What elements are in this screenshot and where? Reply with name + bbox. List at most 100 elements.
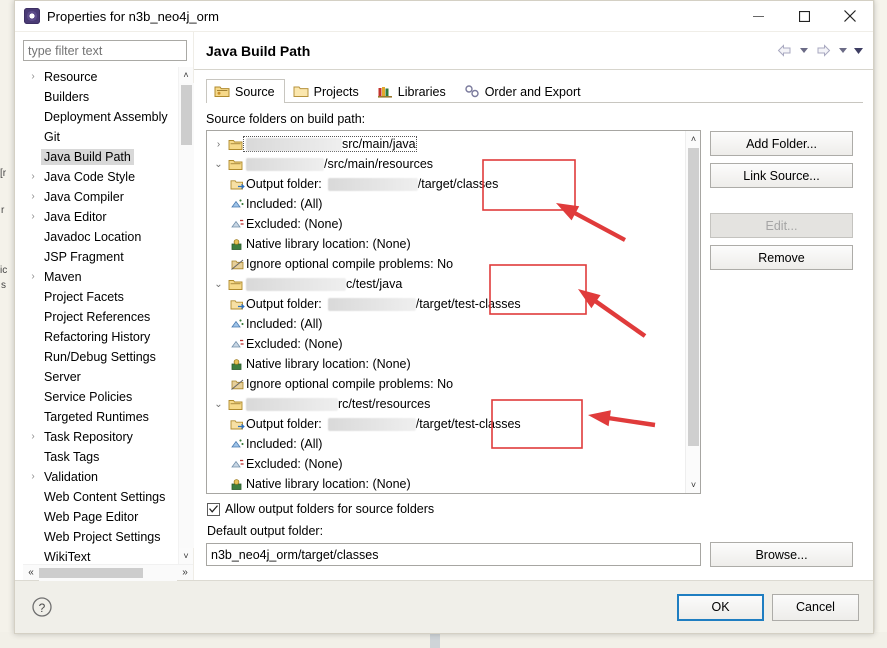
- source-detail-row[interactable]: Included: (All): [210, 314, 685, 334]
- view-menu-icon[interactable]: [852, 41, 865, 61]
- forward-dropdown-icon[interactable]: [836, 41, 849, 61]
- source-detail-row[interactable]: Native library location: (None): [210, 234, 685, 254]
- cancel-button[interactable]: Cancel: [772, 593, 859, 621]
- tab-source[interactable]: Source: [206, 79, 285, 103]
- remove-button[interactable]: Remove: [710, 245, 853, 270]
- source-scroll-down-icon[interactable]: ˅: [686, 477, 700, 493]
- add-folder-button[interactable]: Add Folder...: [710, 131, 853, 156]
- tab-libraries[interactable]: Libraries: [369, 79, 456, 103]
- excluded-icon: [229, 338, 246, 351]
- native-library-icon: [229, 238, 246, 251]
- allow-output-folders-row[interactable]: Allow output folders for source folders: [207, 502, 863, 516]
- sidebar-item-refactoring-history[interactable]: Refactoring History: [23, 327, 178, 347]
- sidebar-item-java-build-path[interactable]: Java Build Path: [23, 147, 178, 167]
- sidebar-item-jsp-fragment[interactable]: JSP Fragment: [23, 247, 178, 267]
- sidebar-item-deployment-assembly[interactable]: Deployment Assembly: [23, 107, 178, 127]
- browse-button[interactable]: Browse...: [710, 542, 853, 567]
- source-row-text: Ignore optional compile problems: No: [246, 257, 453, 271]
- sidebar-item-java-editor[interactable]: › Java Editor: [23, 207, 178, 227]
- help-icon[interactable]: ?: [31, 596, 53, 618]
- source-folders-list[interactable]: › src/main/java ⌄/src/main/resources Output…: [206, 130, 701, 494]
- tab-order-and-export[interactable]: Order and Export: [456, 79, 591, 103]
- sidebar-item-java-code-style[interactable]: › Java Code Style: [23, 167, 178, 187]
- scroll-up-icon[interactable]: ˄: [179, 67, 194, 83]
- sidebar-item-javadoc-location[interactable]: Javadoc Location: [23, 227, 178, 247]
- scroll-right-icon[interactable]: »: [177, 565, 193, 581]
- sidebar-item-targeted-runtimes[interactable]: Targeted Runtimes: [23, 407, 178, 427]
- sidebar-item-git[interactable]: Git: [23, 127, 178, 147]
- settings-tree-hscrollbar[interactable]: « »: [23, 564, 193, 581]
- tab-projects[interactable]: Projects: [285, 79, 369, 103]
- maximize-button[interactable]: [781, 1, 827, 32]
- source-scroll-up-icon[interactable]: ˄: [686, 131, 700, 147]
- sidebar-item-validation[interactable]: › Validation: [23, 467, 178, 487]
- source-folder-row[interactable]: › src/main/java: [210, 134, 685, 154]
- forward-arrow-icon[interactable]: [813, 41, 833, 61]
- chevron-right-icon[interactable]: ›: [25, 432, 41, 442]
- sidebar-item-task-repository[interactable]: › Task Repository: [23, 427, 178, 447]
- sidebar-item-resource[interactable]: › Resource: [23, 67, 178, 87]
- source-detail-row[interactable]: Excluded: (None): [210, 454, 685, 474]
- chevron-right-icon[interactable]: ›: [25, 272, 41, 282]
- source-detail-row[interactable]: Included: (All): [210, 434, 685, 454]
- scroll-down-icon[interactable]: ˅: [179, 548, 194, 564]
- sidebar-item-server[interactable]: Server: [23, 367, 178, 387]
- chevron-right-icon[interactable]: ›: [25, 192, 41, 202]
- source-detail-row[interactable]: Output folder: /target/classes: [210, 174, 685, 194]
- source-detail-row[interactable]: Native library location: (None): [210, 474, 685, 493]
- source-folder-row[interactable]: ⌄ c/test/java: [210, 274, 685, 294]
- sidebar-item-run-debug-settings[interactable]: Run/Debug Settings: [23, 347, 178, 367]
- chevron-right-icon[interactable]: ›: [210, 139, 227, 150]
- link-source-button[interactable]: Link Source...: [710, 163, 853, 188]
- source-folder-row[interactable]: ⌄ /src/main/resources: [210, 154, 685, 174]
- chevron-down-icon[interactable]: ⌄: [210, 159, 227, 170]
- chevron-right-icon[interactable]: ›: [25, 172, 41, 182]
- sidebar-item-wikitext[interactable]: WikiText: [23, 547, 178, 564]
- source-detail-row[interactable]: Included: (All): [210, 194, 685, 214]
- chevron-right-icon[interactable]: ›: [25, 472, 41, 482]
- source-row-label: Excluded: (None): [246, 217, 343, 231]
- sidebar-item-web-project-settings[interactable]: Web Project Settings: [23, 527, 178, 547]
- settings-tree-vscrollbar[interactable]: ˄ ˅: [178, 67, 194, 564]
- source-detail-row[interactable]: Ignore optional compile problems: No: [210, 254, 685, 274]
- sidebar-item-project-facets[interactable]: Project Facets: [23, 287, 178, 307]
- source-scroll-thumb[interactable]: [688, 148, 699, 446]
- sidebar-item-java-compiler[interactable]: › Java Compiler: [23, 187, 178, 207]
- chevron-down-icon[interactable]: ⌄: [210, 399, 227, 410]
- chevron-right-icon[interactable]: ›: [25, 212, 41, 222]
- hscroll-thumb[interactable]: [39, 567, 143, 578]
- close-button[interactable]: [827, 1, 873, 32]
- source-detail-row[interactable]: Excluded: (None): [210, 214, 685, 234]
- back-arrow-icon[interactable]: [774, 41, 794, 61]
- source-row-text: Excluded: (None): [246, 457, 343, 471]
- sidebar-item-service-policies[interactable]: Service Policies: [23, 387, 178, 407]
- allow-output-folders-checkbox[interactable]: [207, 502, 220, 516]
- chevron-down-icon[interactable]: ⌄: [210, 279, 227, 290]
- source-detail-row[interactable]: Native library location: (None): [210, 354, 685, 374]
- source-detail-row[interactable]: Output folder: /target/test-classes: [210, 294, 685, 314]
- ok-button[interactable]: OK: [677, 593, 764, 621]
- back-dropdown-icon[interactable]: [797, 41, 810, 61]
- sidebar-item-web-page-editor[interactable]: Web Page Editor: [23, 507, 178, 527]
- source-detail-row[interactable]: Ignore optional compile problems: No: [210, 374, 685, 394]
- sidebar-item-project-references[interactable]: Project References: [23, 307, 178, 327]
- source-folder-icon: [214, 84, 230, 100]
- source-list-vscrollbar[interactable]: ˄ ˅: [685, 131, 700, 493]
- settings-tree[interactable]: › Resource Builders Deployment Assembly Git J…: [23, 67, 178, 564]
- source-detail-row[interactable]: Excluded: (None): [210, 334, 685, 354]
- output-folder-icon: [229, 178, 246, 191]
- filter-input[interactable]: [23, 40, 187, 61]
- minimize-button[interactable]: [735, 1, 781, 32]
- sidebar-item-web-content-settings[interactable]: Web Content Settings: [23, 487, 178, 507]
- source-folder-row[interactable]: ⌄ rc/test/resources: [210, 394, 685, 414]
- source-row-label: Ignore optional compile problems: No: [246, 377, 454, 391]
- sidebar-item-label: Java Compiler: [44, 190, 124, 204]
- chevron-right-icon[interactable]: ›: [25, 72, 41, 82]
- sidebar-item-task-tags[interactable]: Task Tags: [23, 447, 178, 467]
- sidebar-item-builders[interactable]: Builders: [23, 87, 178, 107]
- sidebar-item-maven[interactable]: › Maven: [23, 267, 178, 287]
- scroll-left-icon[interactable]: «: [23, 565, 39, 581]
- default-output-folder-input[interactable]: [206, 543, 701, 566]
- source-detail-row[interactable]: Output folder: /target/test-classes: [210, 414, 685, 434]
- scroll-thumb[interactable]: [181, 85, 192, 145]
